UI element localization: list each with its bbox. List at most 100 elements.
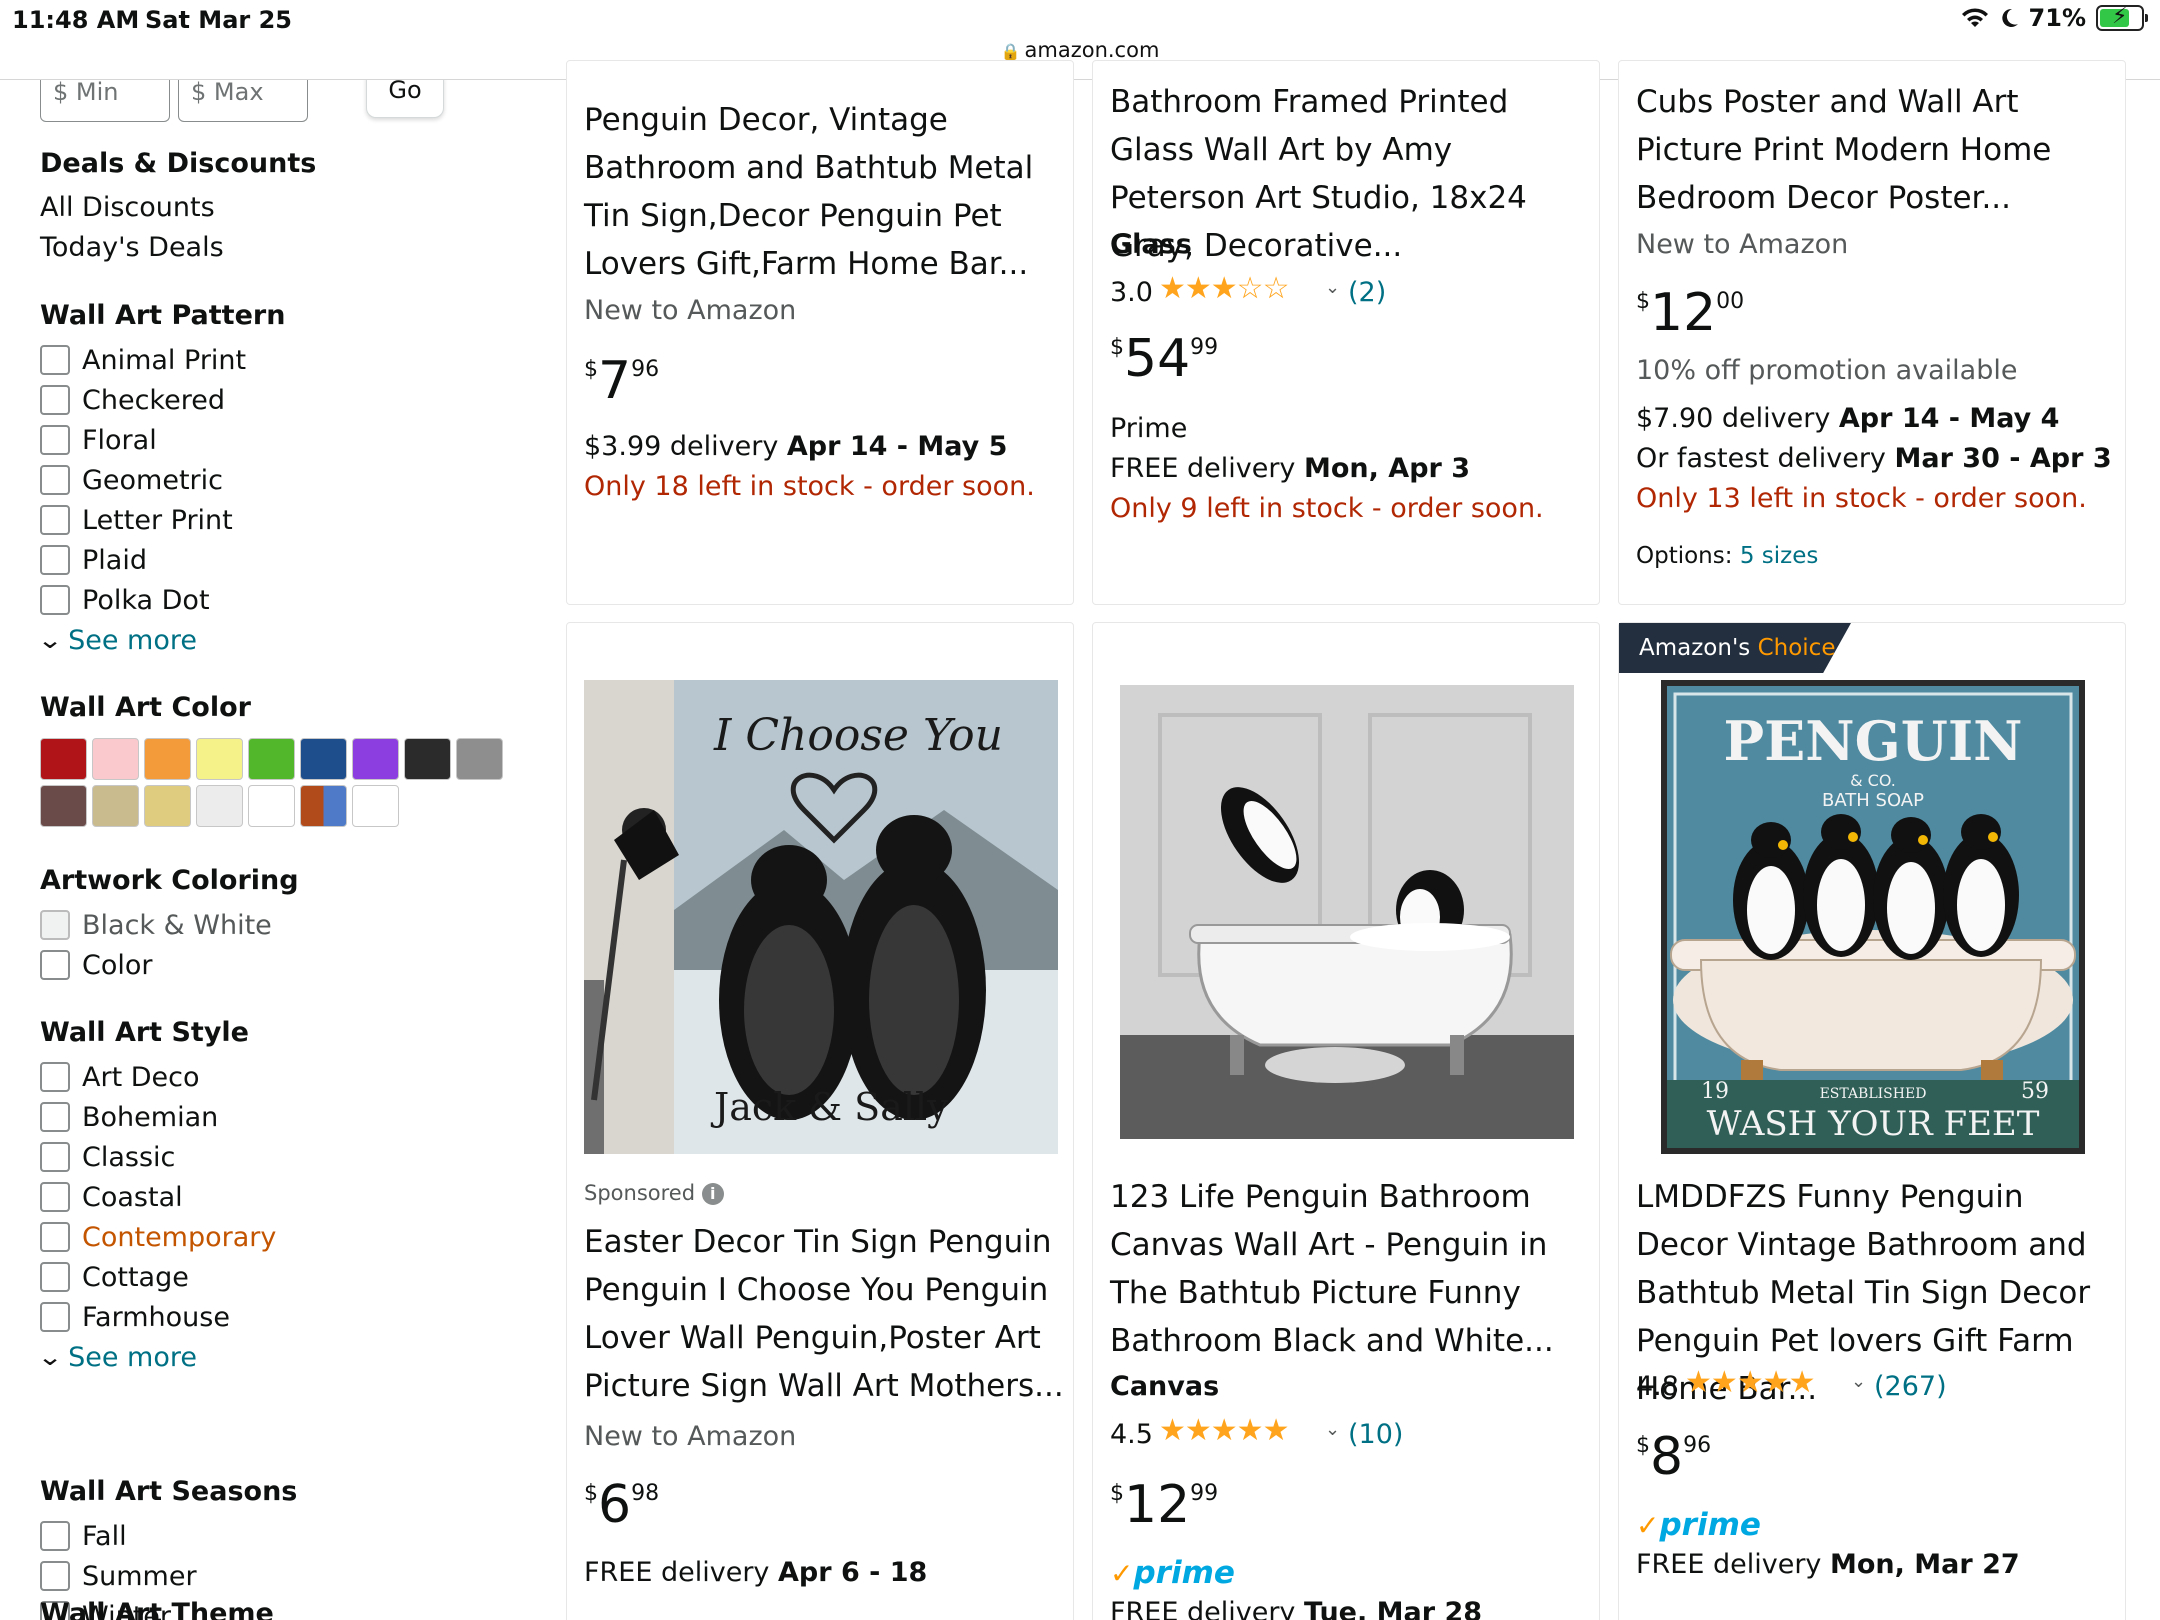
color-swatch[interactable] (40, 785, 87, 827)
moon-icon (2001, 8, 2018, 27)
all-discounts-link[interactable]: All Discounts (40, 188, 540, 228)
style-option-highlighted[interactable]: Contemporary (40, 1217, 540, 1257)
product-image[interactable] (1120, 685, 1574, 1139)
pattern-option[interactable]: Plaid (40, 540, 540, 580)
options-link[interactable]: 5 sizes (1740, 543, 1819, 569)
review-count[interactable]: (267) (1874, 1371, 1947, 1402)
product-image[interactable]: PENGUIN & CO. BATH SOAP 19 ESTABLISHED 5… (1661, 680, 2085, 1154)
style-option[interactable]: Bohemian (40, 1097, 540, 1137)
pattern-title: Wall Art Pattern (40, 300, 286, 331)
pattern-option[interactable]: Geometric (40, 460, 540, 500)
color-swatch[interactable] (456, 738, 503, 780)
checkbox[interactable] (40, 1062, 70, 1092)
pattern-option[interactable]: Floral (40, 420, 540, 460)
checkbox[interactable] (40, 1561, 70, 1591)
sponsored-label[interactable]: Sponsored i (584, 1181, 724, 1205)
product-title[interactable]: Easter Decor Tin Sign Penguin Penguin I … (584, 1218, 1064, 1410)
star-rating-icon[interactable]: ★★★★★ (1159, 1413, 1289, 1448)
promotion-text: 10% off promotion available (1636, 355, 2018, 386)
season-option[interactable]: Fall (40, 1516, 540, 1556)
checkbox[interactable] (40, 1102, 70, 1132)
color-swatch[interactable] (196, 738, 243, 780)
pattern-option[interactable]: Animal Print (40, 340, 540, 380)
color-swatch[interactable] (248, 738, 295, 780)
stock-warning: Only 18 left in stock - order soon. (584, 471, 1035, 502)
color-swatch[interactable] (40, 738, 87, 780)
min-price-input[interactable]: $ Min (40, 80, 170, 122)
style-option[interactable]: Classic (40, 1137, 540, 1177)
review-count[interactable]: (10) (1348, 1419, 1403, 1450)
color-swatch[interactable] (300, 738, 347, 780)
checkbox[interactable] (40, 505, 70, 535)
product-card[interactable]: Bathroom Framed Printed Glass Wall Art b… (1092, 60, 1600, 605)
color-swatch[interactable] (92, 738, 139, 780)
info-icon[interactable]: i (701, 1183, 724, 1205)
delivery-info: FREE delivery Apr 6 - 18 (584, 1557, 928, 1588)
pattern-option[interactable]: Polka Dot (40, 580, 540, 620)
sign-est-text: ESTABLISHED (1820, 1086, 1927, 1102)
checkbox[interactable] (40, 545, 70, 575)
fastest-delivery-info: Or fastest delivery Mar 30 - Apr 3 (1636, 443, 2112, 474)
color-swatch[interactable] (300, 785, 347, 827)
checkbox[interactable] (40, 1262, 70, 1292)
penguin-bathtub-canvas-image (1120, 685, 1574, 1139)
product-title[interactable]: 123 Life Penguin Bathroom Canvas Wall Ar… (1110, 1173, 1590, 1365)
product-title[interactable]: Cubs Poster and Wall Art Picture Print M… (1636, 78, 2116, 222)
color-swatch[interactable] (144, 738, 191, 780)
pattern-option[interactable]: Checkered (40, 380, 540, 420)
color-swatch[interactable] (404, 738, 451, 780)
product-card[interactable]: Amazon's Choice PENGUIN & CO. BATH SOAP … (1618, 622, 2126, 1620)
color-swatch[interactable] (196, 785, 243, 827)
style-option[interactable]: Farmhouse (40, 1297, 540, 1337)
style-option[interactable]: Cottage (40, 1257, 540, 1297)
chevron-down-icon[interactable]: ⌄ (1325, 277, 1340, 298)
checkbox[interactable] (40, 950, 70, 980)
wifi-icon (1961, 8, 1988, 27)
checkbox[interactable] (40, 345, 70, 375)
coloring-option[interactable]: Black & White (40, 905, 540, 945)
status-right: 71% ⚡ (1961, 4, 2148, 32)
color-swatch[interactable] (248, 785, 295, 827)
coloring-section: Artwork Coloring Black & White Color (40, 865, 540, 985)
coloring-option[interactable]: Color (40, 945, 540, 985)
product-price: $796 (584, 351, 660, 411)
battery-percent: 71% (2028, 4, 2086, 32)
status-date: Sat Mar 25 (145, 6, 292, 34)
chevron-down-icon[interactable]: ⌄ (1851, 1371, 1866, 1392)
pattern-see-more[interactable]: ⌄ See more (37, 620, 540, 660)
max-price-input[interactable]: $ Max (178, 80, 308, 122)
season-option[interactable]: Summer (40, 1556, 540, 1596)
chevron-down-icon[interactable]: ⌄ (1325, 1419, 1340, 1440)
status-bar: 11:48 AM Sat Mar 25 71% ⚡ (0, 0, 2160, 40)
product-image[interactable]: I Choose You Jack & Sally (584, 680, 1058, 1154)
color-swatch[interactable] (144, 785, 191, 827)
review-count[interactable]: (2) (1348, 277, 1386, 308)
checkbox[interactable] (40, 465, 70, 495)
checkbox[interactable] (40, 1182, 70, 1212)
product-card[interactable]: Penguin Decor, Vintage Bathroom and Bath… (566, 60, 1074, 605)
product-card[interactable]: I Choose You Jack & Sally Sponsored i Ea… (566, 622, 1074, 1620)
checkbox[interactable] (40, 1222, 70, 1252)
product-card[interactable]: 123 Life Penguin Bathroom Canvas Wall Ar… (1092, 622, 1600, 1620)
go-button[interactable]: Go (366, 80, 444, 118)
checkbox[interactable] (40, 425, 70, 455)
checkbox[interactable] (40, 910, 70, 940)
checkbox[interactable] (40, 1142, 70, 1172)
todays-deals-link[interactable]: Today's Deals (40, 228, 540, 268)
color-swatch[interactable] (92, 785, 139, 827)
star-rating-icon[interactable]: ★★★★★ (1685, 1365, 1815, 1400)
delivery-info: $3.99 delivery Apr 14 - May 5 (584, 431, 1008, 462)
checkbox[interactable] (40, 1521, 70, 1551)
product-title[interactable]: Penguin Decor, Vintage Bathroom and Bath… (584, 96, 1054, 288)
color-swatch[interactable] (352, 738, 399, 780)
checkbox[interactable] (40, 385, 70, 415)
style-see-more[interactable]: ⌄ See more (37, 1337, 540, 1377)
color-swatch[interactable] (352, 785, 399, 827)
checkbox[interactable] (40, 1302, 70, 1332)
style-option[interactable]: Art Deco (40, 1057, 540, 1097)
pattern-option[interactable]: Letter Print (40, 500, 540, 540)
star-rating-icon[interactable]: ★★★☆☆ (1159, 271, 1289, 306)
product-card[interactable]: Cubs Poster and Wall Art Picture Print M… (1618, 60, 2126, 605)
checkbox[interactable] (40, 585, 70, 615)
style-option[interactable]: Coastal (40, 1177, 540, 1217)
